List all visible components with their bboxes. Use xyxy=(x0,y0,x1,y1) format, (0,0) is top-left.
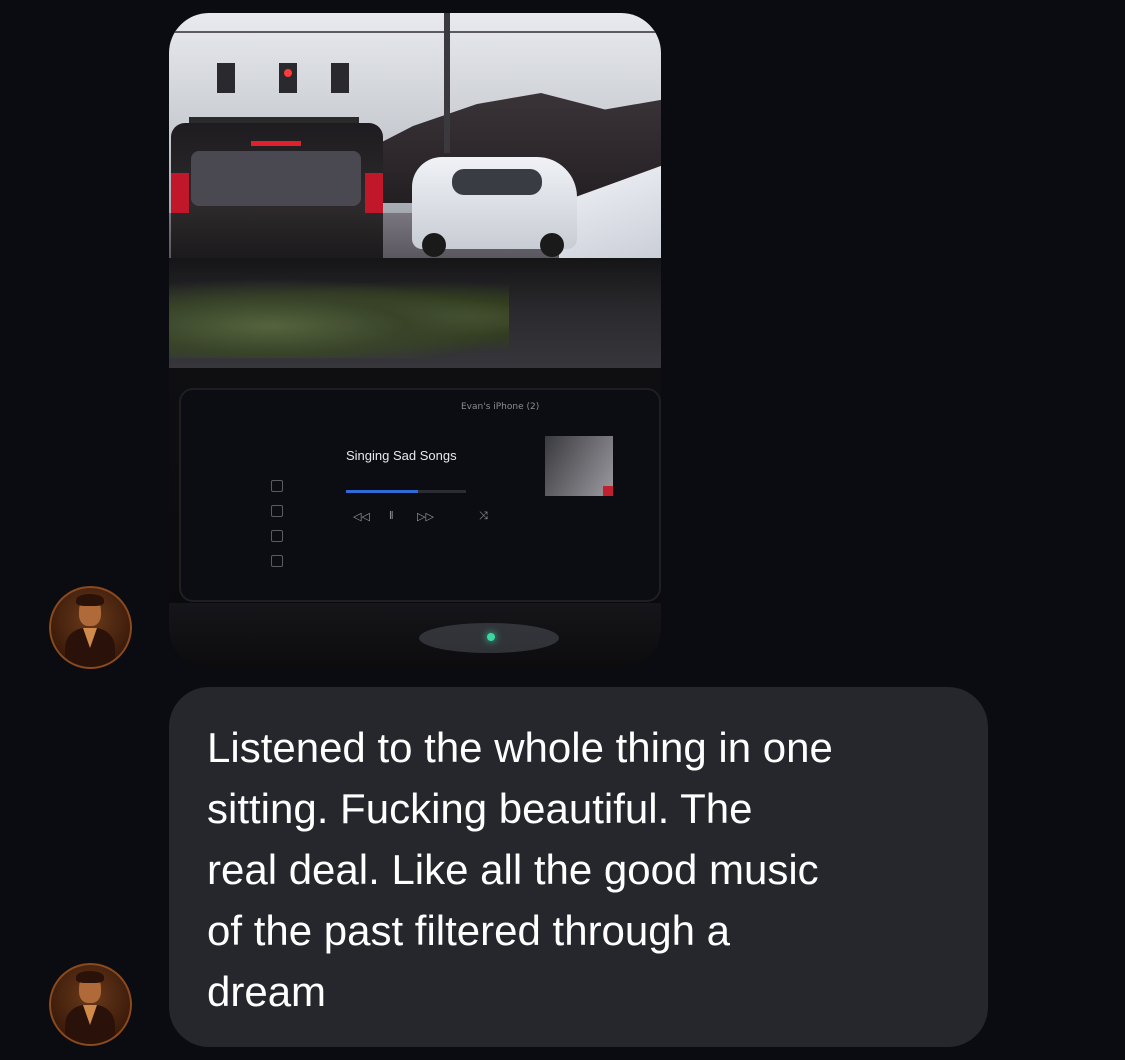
rewind-icon: ◁◁ xyxy=(353,511,370,523)
pause-icon: ‖ xyxy=(389,510,394,522)
photo-message[interactable]: Evan's iPhone (2) Singing Sad Songs ◁◁ ‖… xyxy=(169,13,661,668)
song-progress xyxy=(346,490,466,493)
dark-suv xyxy=(171,117,383,263)
white-suv xyxy=(412,157,577,257)
text-message-bubble[interactable]: Listened to the whole thing in one sitti… xyxy=(169,687,988,1047)
shuffle-icon: ⤨ xyxy=(479,510,488,522)
sender-avatar[interactable] xyxy=(49,963,132,1046)
device-name: Evan's iPhone (2) xyxy=(461,402,540,412)
message-text: Listened to the whole thing in one sitti… xyxy=(207,724,833,1015)
music-note-icon xyxy=(271,480,283,492)
traffic-light-icon xyxy=(279,63,297,93)
infotainment-screen: Evan's iPhone (2) Singing Sad Songs ◁◁ ‖… xyxy=(179,388,661,602)
message-thread: Evan's iPhone (2) Singing Sad Songs ◁◁ ‖… xyxy=(0,0,1125,1060)
album-art xyxy=(545,436,613,496)
song-title: Singing Sad Songs xyxy=(346,448,457,463)
fast-forward-icon: ▷▷ xyxy=(417,511,434,523)
sender-avatar[interactable] xyxy=(49,586,132,669)
